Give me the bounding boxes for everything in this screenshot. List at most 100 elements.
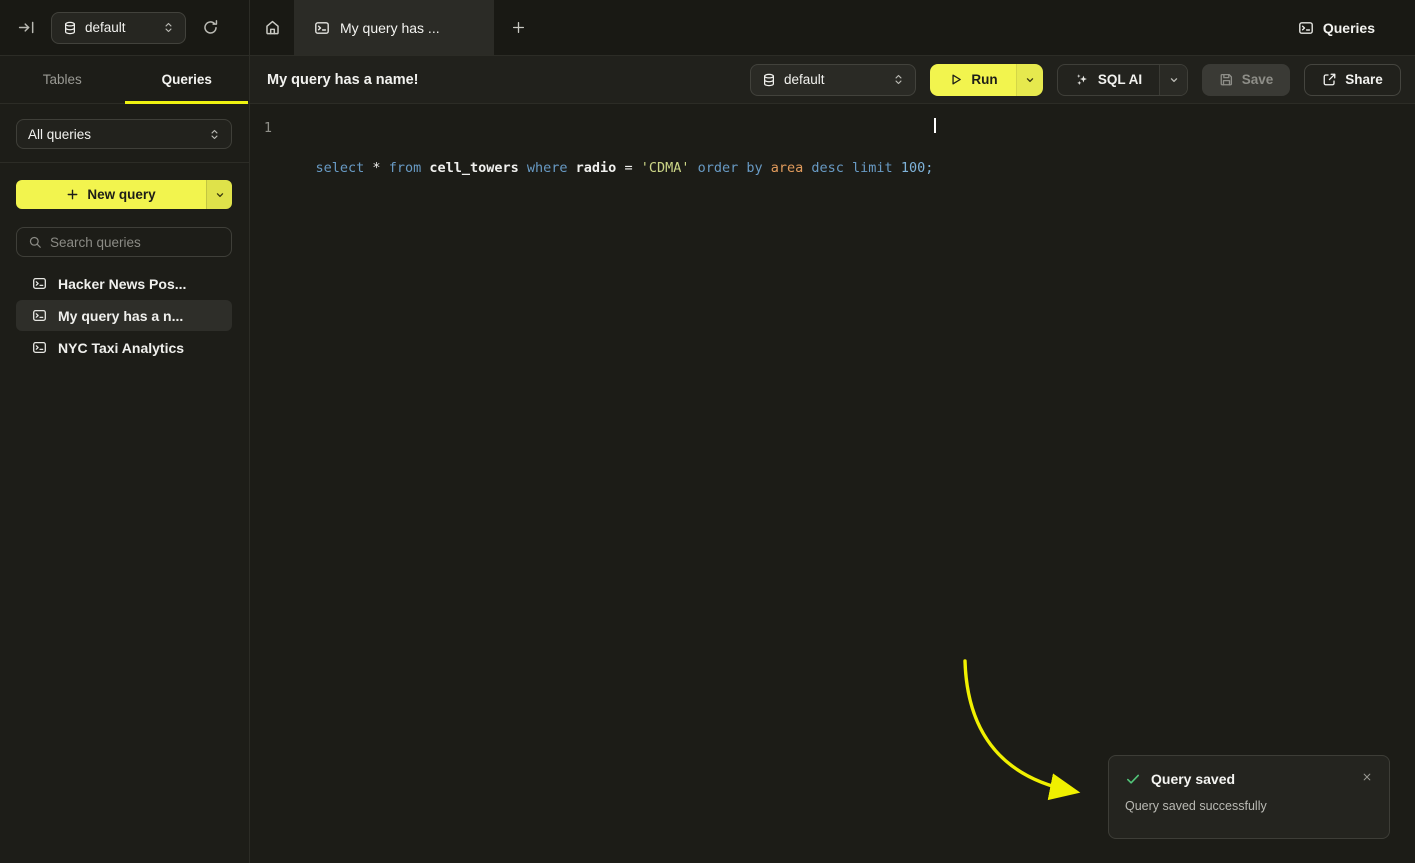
tab-my-query[interactable]: My query has ... [294,0,494,55]
sql-token: 'CDMA' [641,160,698,176]
close-icon [1361,771,1373,783]
search-box [16,227,232,257]
terminal-icon [314,20,330,36]
sql-token: * [372,160,388,176]
plus-icon [511,20,526,35]
sidebar-tab-label: Tables [43,72,82,87]
sql-token: where [527,160,576,176]
tab-label: My query has ... [340,20,440,36]
tab-strip: My query has ... [250,0,1298,55]
chevron-down-icon [1168,74,1180,86]
sql-token: area [771,160,812,176]
save-label: Save [1242,72,1274,87]
text-cursor [934,118,936,133]
terminal-icon [1298,20,1314,36]
run-button-group: Run [930,64,1043,96]
editor-toolbar: default Run SQL A [750,64,1401,96]
updown-chevron-icon [208,128,221,141]
collapse-sidebar-button[interactable] [16,17,37,38]
terminal-icon [32,340,47,355]
terminal-icon [32,276,47,291]
query-item-label: Hacker News Pos... [58,276,186,292]
sql-ai-options-button[interactable] [1159,65,1187,95]
play-icon [948,72,963,87]
sql-token: = [624,160,640,176]
query-item-label: My query has a n... [58,308,183,324]
sidebar-tab[interactable]: Queries [125,56,250,103]
sql-token: from [389,160,430,176]
home-icon [264,19,281,36]
sidebar-tab-label: Queries [162,72,212,87]
search-icon [28,235,42,249]
sql-token: radio [576,160,625,176]
refresh-button[interactable] [200,17,221,38]
refresh-icon [202,19,219,36]
sql-ai-button[interactable]: SQL AI [1058,65,1159,95]
sql-token: cell_towers [429,160,527,176]
query-list-item[interactable]: Hacker News Pos... [16,268,232,299]
editor-database-value: default [784,72,884,87]
query-item-label: NYC Taxi Analytics [58,340,184,356]
sparkles-icon [1075,72,1090,87]
editor-database-selector[interactable]: default [750,64,916,96]
new-tab-button[interactable] [494,0,542,55]
queries-indicator-label: Queries [1323,20,1375,36]
toast-query-saved: Query saved Query saved successfully [1108,755,1390,839]
database-icon [762,73,776,87]
chevron-down-icon [214,189,226,201]
updown-chevron-icon [892,73,905,86]
new-query-button[interactable]: New query [16,180,206,209]
toast-header: Query saved [1125,769,1375,788]
query-list-item[interactable]: My query has a n... [16,300,232,331]
sql-token: limit [852,160,901,176]
query-list: Hacker News Pos... My query has a n... N… [16,268,232,363]
sidebar-tabs: Tables Queries [0,56,249,104]
sql-editor[interactable]: 1 select * from cell_towers where radio … [250,104,1415,863]
save-icon [1219,72,1234,87]
terminal-icon [32,308,47,323]
updown-chevron-icon [162,21,175,34]
topbar-queries-indicator: Queries [1298,20,1415,36]
toast-title: Query saved [1151,771,1349,787]
chevron-down-icon [1024,74,1036,86]
database-icon [63,21,77,35]
topbar: default My query has ... [0,0,1415,56]
new-query-label: New query [87,187,155,202]
sql-token: desc [811,160,852,176]
sql-token: order by [698,160,771,176]
line-number: 1 [250,118,272,178]
collapse-sidebar-icon [18,19,35,36]
new-query-button-group: New query [16,180,232,209]
new-query-options-button[interactable] [206,180,232,209]
sidebar: Tables Queries All queries New query [0,56,250,863]
toast-close-button[interactable] [1359,769,1375,788]
share-button[interactable]: Share [1304,64,1401,96]
run-options-button[interactable] [1016,64,1043,96]
sql-ai-button-group: SQL AI [1057,64,1188,96]
sidebar-tab[interactable]: Tables [0,56,125,103]
topbar-left: default [0,0,250,55]
search-queries-input[interactable] [50,235,221,250]
sql-token: select [316,160,373,176]
topbar-database-selector[interactable]: default [51,12,186,44]
sql-code-line: select * from cell_towers where radio = … [283,118,933,178]
share-icon [1322,72,1337,87]
toast-message: Query saved successfully [1125,799,1375,813]
plus-icon [66,188,79,201]
home-button[interactable] [250,0,294,55]
sql-token: 100; [901,160,934,176]
editor-header: My query has a name! default Run [250,56,1415,104]
share-label: Share [1345,72,1383,87]
run-label: Run [971,72,997,87]
query-list-item[interactable]: NYC Taxi Analytics [16,332,232,363]
run-button[interactable]: Run [930,64,1016,96]
save-button[interactable]: Save [1202,64,1290,96]
check-icon [1125,771,1141,787]
page-title: My query has a name! [267,72,750,88]
code-row: 1 select * from cell_towers where radio … [250,104,1415,178]
topbar-database-value: default [85,20,154,35]
query-filter-value: All queries [28,127,200,142]
query-filter-select[interactable]: All queries [16,119,232,149]
sidebar-divider [0,162,249,163]
sql-ai-label: SQL AI [1098,72,1142,87]
